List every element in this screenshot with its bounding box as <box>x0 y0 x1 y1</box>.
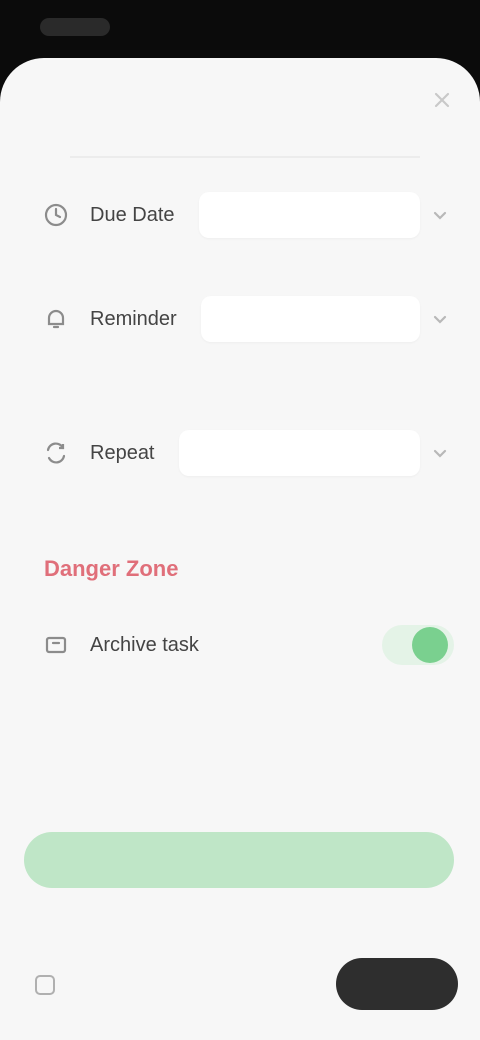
close-icon <box>434 92 450 108</box>
row-repeat[interactable]: Repeat <box>36 414 454 492</box>
status-time <box>40 18 110 36</box>
row-label: Repeat <box>90 441 155 464</box>
status-bar <box>0 0 480 56</box>
chevron-down-icon <box>426 201 454 229</box>
danger-section-title: Danger Zone <box>44 556 179 581</box>
checkbox-icon <box>35 975 55 995</box>
row-archive-toggle[interactable]: Archive task <box>36 606 454 684</box>
clock-icon <box>36 195 76 235</box>
toggle-knob <box>412 627 448 663</box>
chevron-down-icon <box>426 439 454 467</box>
archive-toggle[interactable] <box>382 625 454 665</box>
bell-icon <box>36 299 76 339</box>
sheet-footer <box>0 938 480 1038</box>
info-banner <box>24 832 454 888</box>
row-label: Due Date <box>90 203 175 226</box>
bottom-sheet: Due Date Reminder Repeat Danger Zone Arc… <box>0 58 480 1040</box>
row-value-field[interactable] <box>200 296 420 342</box>
row-reminder[interactable]: Reminder <box>36 280 454 358</box>
footer-left-action[interactable] <box>34 974 66 996</box>
primary-button[interactable] <box>336 958 458 1010</box>
toggle-label: Archive task <box>90 633 199 656</box>
row-value-field[interactable] <box>178 430 420 476</box>
repeat-icon <box>36 433 76 473</box>
sheet-divider <box>70 156 420 158</box>
chevron-down-icon <box>426 305 454 333</box>
archive-icon <box>36 625 76 665</box>
row-value-field[interactable] <box>198 192 420 238</box>
row-due-date[interactable]: Due Date <box>36 176 454 254</box>
row-label: Reminder <box>90 307 177 330</box>
close-button[interactable] <box>422 80 462 120</box>
